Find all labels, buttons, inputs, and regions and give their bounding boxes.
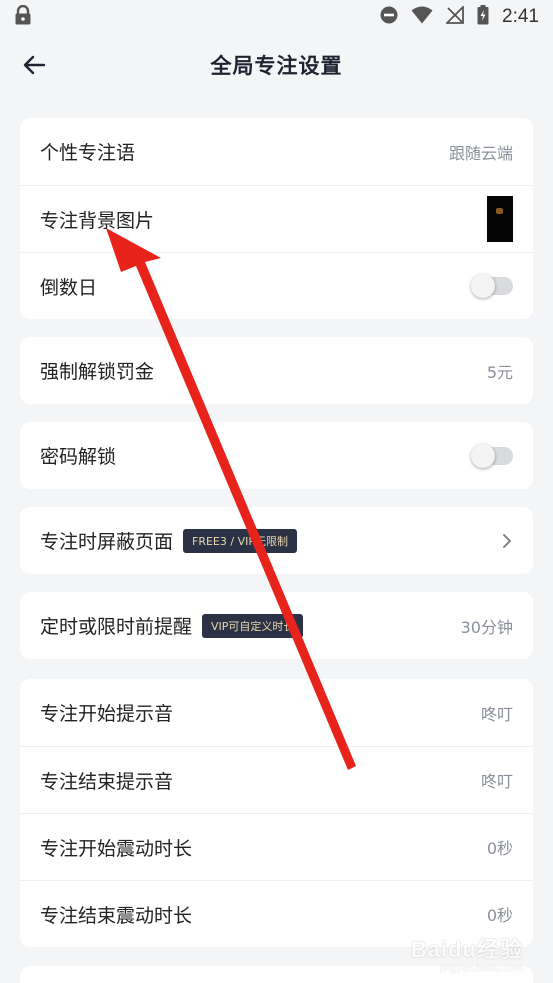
- toggle-knob: [471, 274, 495, 298]
- row-label: 专注时屏蔽页面: [40, 531, 174, 553]
- toggle-knob: [471, 443, 495, 468]
- row-focus-background[interactable]: 专注背景图片: [20, 185, 533, 252]
- row-focus-slogan[interactable]: 个性专注语 跟随云端: [20, 118, 533, 185]
- status-bar: 2:41: [0, 0, 553, 34]
- app-header: 全局专注设置: [0, 34, 553, 96]
- row-value: 0秒: [486, 839, 513, 858]
- settings-group-block: 专注时屏蔽页面 FREE3 / VIP无限制: [20, 507, 533, 574]
- row-countdown: 倒数日: [20, 252, 533, 319]
- row-label: 密码解锁: [40, 446, 117, 468]
- row-label: 倒数日: [40, 276, 98, 299]
- background-thumbnail[interactable]: [487, 196, 513, 242]
- row-label: 专注背景图片: [40, 209, 155, 232]
- row-label: 专注开始提示音: [40, 703, 174, 725]
- password-toggle[interactable]: [471, 443, 513, 468]
- row-value: 咚叮: [480, 704, 513, 724]
- settings-group-reminder: 定时或限时前提醒 VIP可自定义时长 30分钟: [20, 592, 533, 659]
- row-timer-reminder[interactable]: 定时或限时前提醒 VIP可自定义时长 30分钟: [20, 592, 533, 659]
- settings-group-password: 密码解锁: [20, 422, 533, 489]
- row-end-sound[interactable]: 专注结束提示音 咚叮: [20, 746, 533, 813]
- row-value: 0秒: [486, 906, 513, 925]
- chevron-right-icon: [503, 533, 511, 548]
- wifi-icon: [411, 6, 433, 28]
- status-time: 2:41: [502, 6, 539, 27]
- row-value: 5元: [486, 362, 513, 382]
- settings-group-penalty: 强制解锁罚金 5元: [20, 337, 533, 404]
- row-value: 30分钟: [460, 617, 513, 637]
- row-value: 跟随云端: [448, 143, 513, 163]
- row-label: 专注结束震动时长: [40, 904, 193, 927]
- row-unlock-penalty[interactable]: 强制解锁罚金 5元: [20, 337, 533, 404]
- row-label: 专注结束提示音: [40, 770, 174, 793]
- row-label: 专注开始震动时长: [40, 837, 193, 860]
- row-start-sound[interactable]: 专注开始提示音 咚叮: [20, 679, 533, 746]
- watermark-url: jingyan.baidu.com: [439, 964, 523, 974]
- row-label: 强制解锁罚金: [40, 361, 155, 383]
- row-start-vibrate[interactable]: 专注开始震动时长 0秒: [20, 813, 533, 880]
- countdown-toggle[interactable]: [471, 274, 513, 298]
- battery-charging-icon: [477, 5, 489, 29]
- thumbnail-decoration: [496, 208, 503, 214]
- do-not-disturb-icon: [380, 6, 398, 28]
- page-title: 全局专注设置: [210, 54, 343, 78]
- row-password-unlock: 密码解锁: [20, 422, 533, 489]
- row-label: 个性专注语: [40, 142, 136, 164]
- back-button[interactable]: [20, 50, 50, 80]
- lock-icon: [14, 4, 32, 29]
- row-value: 咚叮: [480, 772, 513, 791]
- vip-badge: FREE3 / VIP无限制: [183, 528, 297, 553]
- settings-group-display: 个性专注语 跟随云端 专注背景图片 倒数日: [20, 118, 533, 319]
- settings-group-sound: 专注开始提示音 咚叮 专注结束提示音 咚叮 专注开始震动时长 0秒 专注结束震动…: [20, 679, 533, 947]
- row-label: 定时或限时前提醒: [40, 616, 193, 638]
- no-signal-icon: [444, 4, 464, 28]
- watermark: Baidu经验 jingyan.baidu.com: [411, 932, 523, 974]
- vip-badge: VIP可自定义时长: [202, 613, 304, 638]
- row-block-pages[interactable]: 专注时屏蔽页面 FREE3 / VIP无限制: [20, 507, 533, 574]
- arrow-left-icon: [23, 55, 46, 75]
- watermark-logo: Baidu经验: [410, 937, 523, 962]
